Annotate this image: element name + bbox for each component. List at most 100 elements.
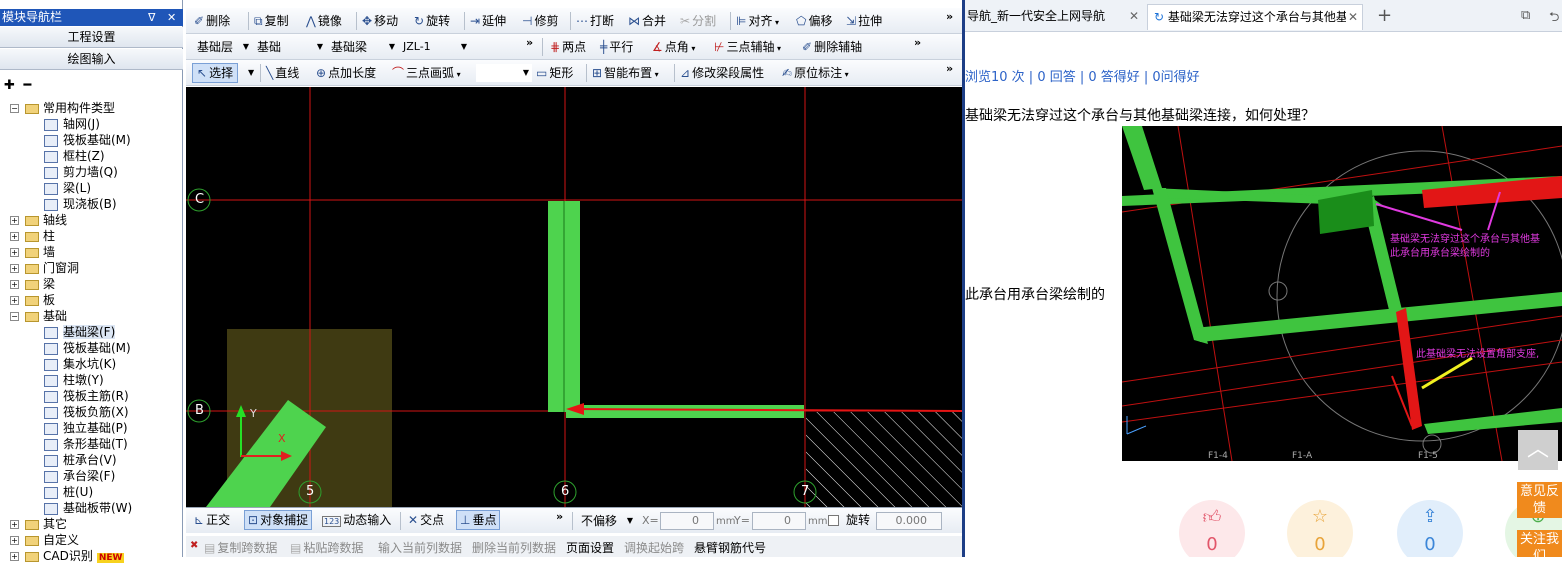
tab-question[interactable]: ↻ 基础梁无法穿过这个承台与其他基 ✕ [1147, 4, 1363, 30]
expand-icon[interactable]: + [10, 264, 19, 273]
split-button[interactable]: ✂ 分割 [680, 13, 716, 29]
input-column-data-button[interactable]: 输入当前列数据 [378, 540, 462, 556]
tree-folder[interactable]: + 墙 [10, 244, 55, 260]
tree-component-item[interactable]: 桩(U) [44, 484, 93, 500]
rotate-angle-input[interactable]: 0.000 [876, 512, 942, 530]
component-type-select[interactable]: 基础梁 ▼ [328, 38, 398, 56]
like-button[interactable]: 👍︎ 0 [1179, 500, 1245, 557]
parallel-axis-button[interactable]: ╪ 平行 [600, 39, 633, 55]
move-button[interactable]: ✥ 移动 [362, 13, 398, 29]
delete-button[interactable]: ✐ 删除 [194, 13, 230, 29]
tree-component-item[interactable]: 桩承台(V) [44, 452, 117, 468]
trim-button[interactable]: ⊣ 修剪 [522, 13, 558, 29]
close-pane-icon[interactable]: ✖ [190, 538, 198, 554]
tab-navigation[interactable]: 导航_新一代安全上网导航 ✕ [965, 4, 1143, 30]
window-restore-icon[interactable]: ⧉ [1521, 8, 1530, 23]
more-icon[interactable]: » [914, 36, 921, 49]
more-icon[interactable]: » [556, 510, 563, 523]
more-icon[interactable]: » [946, 10, 953, 23]
engineering-settings-button[interactable]: 工程设置 [0, 27, 183, 48]
tree-component-item[interactable]: 基础梁(F) [44, 324, 116, 340]
close-tab-icon[interactable]: ✕ [1129, 4, 1139, 28]
back-to-top-button[interactable]: ︿ [1518, 430, 1558, 470]
in-place-label-button[interactable]: ✍ 原位标注 ▾ [782, 65, 849, 81]
tree-component-item[interactable]: 基础板带(W) [44, 500, 132, 516]
tree-folder[interactable]: + 自定义 [10, 532, 79, 548]
offset-button[interactable]: ⬠ 偏移 [796, 13, 832, 29]
expand-icon[interactable]: + [10, 296, 19, 305]
tree-component-item[interactable]: 独立基础(P) [44, 420, 128, 436]
tree-component-item[interactable]: 集水坑(K) [44, 356, 116, 372]
tree-component-item[interactable]: 筏板负筋(X) [44, 404, 129, 420]
tree-folder[interactable]: + 柱 [10, 228, 55, 244]
tree-folder[interactable]: + 轴线 [10, 212, 67, 228]
two-point-axis-button[interactable]: ⋕ 两点 [550, 39, 586, 55]
intersection-snap-button[interactable]: ✕ 交点 [408, 512, 444, 528]
merge-button[interactable]: ⋈ 合并 [628, 13, 666, 29]
arc-option-select[interactable]: ▼ [476, 64, 532, 82]
tree-folder[interactable]: − 基础 [10, 308, 67, 324]
tree-component-item[interactable]: 筏板基础(M) [44, 340, 131, 356]
point-length-button[interactable]: ⊕ 点加长度 [316, 65, 376, 81]
tree-component-item[interactable]: 筏板主筋(R) [44, 388, 129, 404]
collapse-icon[interactable]: − [10, 312, 19, 321]
tree-component-item[interactable]: 筏板基础(M) [44, 132, 131, 148]
x-coordinate-input[interactable]: 0 [660, 512, 714, 530]
stretch-button[interactable]: ⇲ 拉伸 [846, 13, 882, 29]
ortho-toggle[interactable]: ⊾ 正交 [194, 512, 230, 528]
delete-axis-button[interactable]: ✐ 删除辅轴 [802, 39, 862, 55]
tree-component-item[interactable]: 柱墩(Y) [44, 372, 104, 388]
more-icon[interactable]: » [946, 62, 953, 75]
tree-component-item[interactable]: 轴网(J) [44, 116, 100, 132]
question-image[interactable]: 基础梁无法穿过这个承台与其他基 此承台用承台梁绘制的 此基础梁无法设置角部支座,… [1122, 126, 1562, 461]
paste-span-data-button[interactable]: ▤ 粘贴跨数据 [290, 540, 363, 556]
pin-icon[interactable]: ᐁ [148, 9, 156, 26]
floor-select[interactable]: 基础层 ▼ [194, 38, 252, 56]
line-button[interactable]: ╲ 直线 [266, 65, 299, 81]
extend-button[interactable]: ⇥ 延伸 [470, 13, 506, 29]
tree-component-item[interactable]: 现浇板(B) [44, 196, 117, 212]
category-select[interactable]: 基础 ▼ [254, 38, 326, 56]
foundation-beam-horizontal[interactable] [566, 405, 804, 418]
tree-folder[interactable]: − 常用构件类型 [10, 100, 115, 116]
y-coordinate-input[interactable]: 0 [752, 512, 806, 530]
expand-icon[interactable]: + [10, 216, 19, 225]
break-button[interactable]: ⋯ 打断 [576, 13, 614, 29]
close-tab-icon[interactable]: ✕ [1345, 5, 1358, 29]
tree-expand-collapse-tools[interactable]: ✚ ━ [4, 78, 31, 93]
mirror-button[interactable]: ⋀ 镜像 [306, 13, 342, 29]
copy-span-data-button[interactable]: ▤ 复制跨数据 [204, 540, 277, 556]
rotate-button[interactable]: ↻ 旋转 [414, 13, 450, 29]
select-button[interactable]: ↖ 选择 [192, 63, 239, 83]
cantilever-rebar-code-button[interactable]: 悬臂钢筋代号 [694, 540, 766, 556]
component-name-select[interactable]: JZL-1 ▼ [400, 38, 470, 56]
collapse-all-icon[interactable]: ━ [23, 78, 31, 93]
smart-layout-button[interactable]: ⊞ 智能布置 ▾ [592, 65, 659, 81]
favorite-button[interactable]: ☆ 0 [1287, 500, 1353, 557]
point-angle-button[interactable]: ∡ 点角 ▾ [652, 39, 695, 55]
back-icon[interactable]: ⮌ [1549, 8, 1559, 30]
three-point-axis-button[interactable]: ⊬ 三点辅轴 ▾ [714, 39, 781, 55]
tree-component-item[interactable]: 梁(L) [44, 180, 91, 196]
expand-icon[interactable]: + [10, 536, 19, 545]
tree-folder[interactable]: + 门窗洞 [10, 260, 79, 276]
three-point-arc-button[interactable]: ⌒ 三点画弧 ▾ [392, 65, 461, 81]
perpendicular-snap-button[interactable]: ⊥ 垂点 [456, 510, 501, 530]
collapse-icon[interactable]: − [10, 104, 19, 113]
expand-icon[interactable]: + [10, 520, 19, 529]
select-dropdown-icon[interactable]: ▼ [248, 65, 254, 81]
tree-folder[interactable]: + 梁 [10, 276, 55, 292]
dynamic-input-toggle[interactable]: 123 动态输入 [322, 512, 391, 528]
follow-us-button[interactable]: 关注我们 [1517, 530, 1562, 557]
more-icon[interactable]: » [526, 36, 533, 49]
new-tab-button[interactable]: + [1375, 4, 1395, 30]
modify-span-button[interactable]: ⊿ 修改梁段属性 [680, 65, 764, 81]
tree-folder[interactable]: + CAD识别 NEW [10, 548, 125, 564]
swap-start-span-button[interactable]: 调换起始跨 [624, 540, 684, 556]
rotate-checkbox[interactable] [828, 515, 839, 526]
delete-column-data-button[interactable]: 删除当前列数据 [472, 540, 556, 556]
expand-all-icon[interactable]: ✚ [4, 78, 15, 93]
offset-mode-select[interactable]: 不偏移 ▼ [578, 512, 636, 530]
expand-icon[interactable]: + [10, 232, 19, 241]
rectangle-button[interactable]: ▭ 矩形 [536, 65, 573, 81]
